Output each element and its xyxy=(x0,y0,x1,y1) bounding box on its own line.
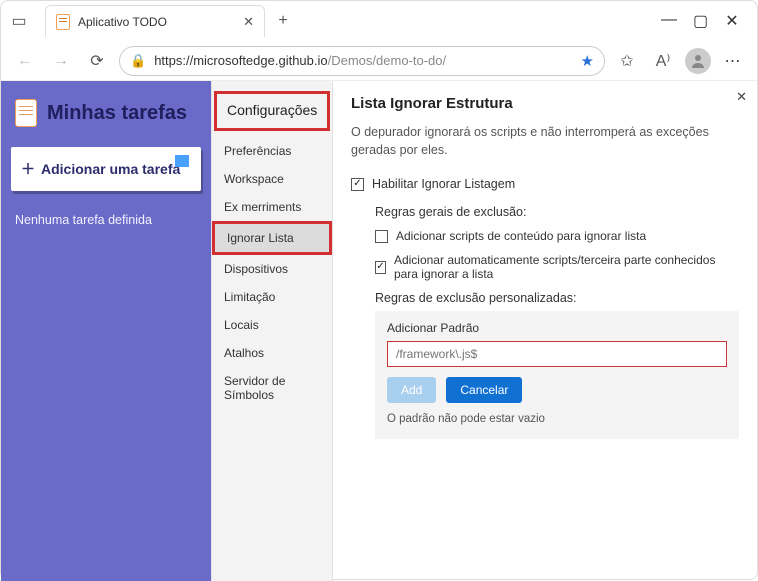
pattern-input[interactable] xyxy=(387,341,727,367)
back-button[interactable]: ← xyxy=(11,47,39,75)
favorites-button[interactable]: ✩ xyxy=(613,47,641,75)
sidebar-item-ex-merriments[interactable]: Ex merriments xyxy=(212,193,332,221)
content-scripts-row[interactable]: Adicionar scripts de conteúdo para ignor… xyxy=(375,229,739,243)
enable-ignore-listing-row[interactable]: Habilitar Ignorar Listagem xyxy=(351,177,739,191)
content-area: Minhas tarefas ＋ Adicionar uma tarefa Ne… xyxy=(1,81,757,581)
new-tab-button[interactable]: + xyxy=(269,12,297,30)
add-task-button[interactable]: ＋ Adicionar uma tarefa xyxy=(11,147,201,191)
enable-ignore-label: Habilitar Ignorar Listagem xyxy=(372,177,515,191)
settings-heading: Configurações xyxy=(214,91,330,131)
browser-tab[interactable]: Aplicativo TODO ✕ xyxy=(45,5,265,37)
profile-avatar[interactable] xyxy=(685,48,711,74)
pattern-label: Adicionar Padrão xyxy=(387,321,727,335)
reload-button[interactable]: ⟳ xyxy=(83,47,111,75)
address-bar: ← → ⟳ 🔒 https://microsoftedge.github.io/… xyxy=(1,41,757,81)
checkbox-icon[interactable] xyxy=(375,230,388,243)
custom-rules-box: Adicionar Padrão Add Cancelar O padrão n… xyxy=(375,311,739,439)
lock-icon: 🔒 xyxy=(130,53,146,69)
cancel-button[interactable]: Cancelar xyxy=(446,377,522,403)
panel-title: Lista Ignorar Estrutura xyxy=(351,95,739,112)
minimize-button[interactable]: — xyxy=(661,11,675,31)
more-menu-button[interactable]: ⋯ xyxy=(719,47,747,75)
general-rules-title: Regras gerais de exclusão: xyxy=(375,205,739,219)
app-header: Minhas tarefas xyxy=(1,99,211,147)
tab-actions-icon[interactable]: ▭ xyxy=(5,7,33,35)
panel-close-icon[interactable]: ✕ xyxy=(736,89,747,105)
settings-list: PreferênciasWorkspaceEx merrimentsIgnora… xyxy=(212,137,332,409)
tab-strip: Aplicativo TODO ✕ + xyxy=(39,5,647,37)
favorite-icon[interactable]: ★ xyxy=(581,52,594,70)
url-input[interactable]: 🔒 https://microsoftedge.github.io/Demos/… xyxy=(119,46,605,76)
panel-description: O depurador ignorará os scripts e não in… xyxy=(351,124,739,159)
url-host: https://microsoftedge.github.io xyxy=(154,53,327,68)
sidebar-item-locais[interactable]: Locais xyxy=(212,311,332,339)
checkbox-icon[interactable] xyxy=(375,261,386,274)
window-titlebar: ▭ Aplicativo TODO ✕ + — ▢ ✕ xyxy=(1,1,757,41)
close-window-button[interactable]: ✕ xyxy=(725,11,739,31)
sidebar-item-preferências[interactable]: Preferências xyxy=(212,137,332,165)
content-scripts-label: Adicionar scripts de conteúdo para ignor… xyxy=(396,229,646,243)
add-button[interactable]: Add xyxy=(387,377,436,403)
read-aloud-button[interactable]: A⁾ xyxy=(649,47,677,75)
tab-close-icon[interactable]: ✕ xyxy=(243,14,254,30)
sidebar-item-servidor-de-símbolos[interactable]: Servidor de Símbolos xyxy=(212,367,332,409)
pattern-error-text: O padrão não pode estar vazio xyxy=(387,413,727,425)
checkbox-icon[interactable] xyxy=(351,178,364,191)
sidebar-item-ignorar-lista[interactable]: Ignorar Lista xyxy=(212,221,332,255)
settings-sidebar: Configurações PreferênciasWorkspaceEx me… xyxy=(211,81,333,581)
sidebar-item-limitação[interactable]: Limitação xyxy=(212,283,332,311)
custom-rules-title: Regras de exclusão personalizadas: xyxy=(375,291,739,305)
auto-thirdparty-row[interactable]: Adicionar automaticamente scripts/tercei… xyxy=(375,253,739,281)
forward-button[interactable]: → xyxy=(47,47,75,75)
clipboard-icon xyxy=(56,14,70,30)
url-path: /Demos/demo-to-do/ xyxy=(328,53,447,68)
tab-title: Aplicativo TODO xyxy=(78,15,167,29)
sidebar-item-dispositivos[interactable]: Dispositivos xyxy=(212,255,332,283)
sidebar-item-atalhos[interactable]: Atalhos xyxy=(212,339,332,367)
app-title: Minhas tarefas xyxy=(47,102,187,125)
todo-app-pane: Minhas tarefas ＋ Adicionar uma tarefa Ne… xyxy=(1,81,211,581)
sidebar-item-workspace[interactable]: Workspace xyxy=(212,165,332,193)
ignore-list-panel: ✕ Lista Ignorar Estrutura O depurador ig… xyxy=(333,81,757,581)
auto-thirdparty-label: Adicionar automaticamente scripts/tercei… xyxy=(394,253,739,281)
window-controls: — ▢ ✕ xyxy=(647,11,753,31)
clipboard-icon xyxy=(15,99,37,127)
maximize-button[interactable]: ▢ xyxy=(693,11,707,31)
add-task-label: Adicionar uma tarefa xyxy=(41,161,180,177)
empty-state-text: Nenhuma tarefa definida xyxy=(1,191,211,249)
